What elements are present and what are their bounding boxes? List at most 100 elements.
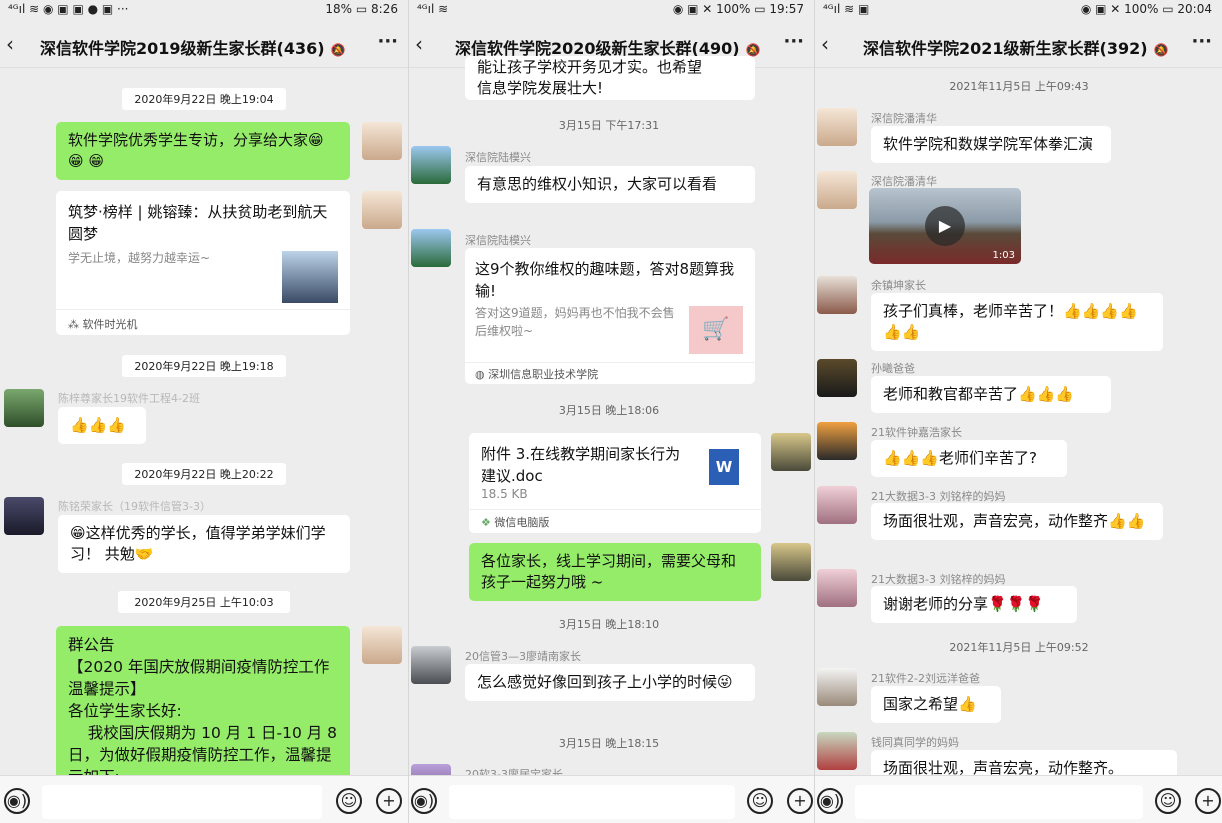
article-title: 这9个教你维权的趣味题，答对8题算我输! bbox=[475, 260, 735, 300]
article-thumbnail bbox=[282, 251, 338, 303]
status-right: ◉ ▣ ✕ 100% ▭ 19:57 bbox=[672, 2, 804, 16]
sender-name: 余镇坤家长 bbox=[871, 279, 926, 292]
avatar[interactable] bbox=[362, 191, 402, 229]
message-bubble[interactable]: 😁这样优秀的学长，值得学弟学妹们学习！ 共勉🤝 bbox=[58, 515, 350, 573]
sender-name: 21软件钟嘉浩家长 bbox=[871, 426, 962, 439]
avatar[interactable] bbox=[817, 108, 857, 146]
message-bubble[interactable]: 能让孩子学校开务见才实。也希望 信息学院发展壮大! bbox=[465, 56, 755, 100]
chat-panel-2019: ⁴ᴳıl ≋ ◉ ▣ ▣ ● ▣ ··· 18% ▭ 8:26 ‹ 深信软件学院… bbox=[0, 0, 408, 823]
message-input[interactable] bbox=[855, 785, 1143, 819]
sender-name: 20信管3—3廖靖南家长 bbox=[465, 650, 581, 663]
voice-icon[interactable]: ◉) bbox=[817, 788, 843, 814]
message-bubble[interactable]: 老师和教官都辛苦了👍👍👍 bbox=[871, 376, 1111, 413]
back-icon[interactable]: ‹ bbox=[821, 32, 829, 56]
avatar[interactable] bbox=[817, 359, 857, 397]
avatar[interactable] bbox=[817, 171, 857, 209]
mute-icon: 🔕 bbox=[745, 43, 761, 57]
status-left: ⁴ᴳıl ≋ ▣ bbox=[823, 2, 870, 16]
status-bar: ⁴ᴳıl ≋ ◉ ▣ ▣ ● ▣ ··· 18% ▭ 8:26 bbox=[0, 0, 408, 20]
emoji-icon[interactable]: ☺ bbox=[747, 788, 773, 814]
message-bubble[interactable]: 👍👍👍 bbox=[58, 407, 146, 444]
cart-icon: 🛒 bbox=[689, 306, 743, 354]
message-bubble[interactable]: 👍👍👍老师们辛苦了? bbox=[871, 440, 1067, 477]
divider bbox=[56, 309, 350, 310]
avatar[interactable] bbox=[817, 422, 857, 460]
timestamp: 2020年9月22日 晚上19:18 bbox=[122, 355, 286, 377]
sender-name: 深信院陆模兴 bbox=[465, 234, 531, 247]
sender-name: 深信院陆模兴 bbox=[465, 151, 531, 164]
emoji-icon[interactable]: ☺ bbox=[336, 788, 362, 814]
mute-icon: 🔕 bbox=[1153, 43, 1169, 57]
timestamp: 3月15日 下午17:31 bbox=[558, 119, 660, 132]
message-bubble[interactable]: 软件学院优秀学生专访，分享给大家😁 😁 😁 bbox=[56, 122, 350, 180]
timestamp: 3月15日 晚上18:10 bbox=[558, 618, 660, 631]
voice-icon[interactable]: ◉) bbox=[4, 788, 30, 814]
video-message[interactable]: ▶ 1:03 bbox=[869, 188, 1021, 264]
message-bubble[interactable]: 各位家长，线上学习期间，需要父母和孩子一起努力哦 ~ bbox=[469, 543, 761, 601]
message-bubble[interactable]: 孩子们真棒，老师辛苦了！👍👍👍👍👍👍 bbox=[871, 293, 1163, 351]
back-icon[interactable]: ‹ bbox=[6, 32, 14, 56]
timestamp: 2021年11月5日 上午09:52 bbox=[949, 641, 1089, 654]
message-bubble[interactable]: 场面很壮观，声音宏亮，动作整齐👍👍 bbox=[871, 503, 1163, 540]
avatar[interactable] bbox=[817, 732, 857, 770]
avatar[interactable] bbox=[817, 486, 857, 524]
more-options-icon[interactable]: ··· bbox=[1191, 31, 1212, 52]
status-left: ⁴ᴳıl ≋ ◉ ▣ ▣ ● ▣ ··· bbox=[8, 2, 129, 16]
avatar[interactable] bbox=[817, 668, 857, 706]
voice-icon[interactable]: ◉) bbox=[411, 788, 437, 814]
status-bar: ⁴ᴳıl ≋ ▣ ◉ ▣ ✕ 100% ▭ 20:04 bbox=[815, 0, 1222, 20]
more-options-icon[interactable]: ··· bbox=[783, 31, 804, 52]
message-bubble[interactable]: 国家之希望👍 bbox=[871, 686, 1001, 723]
article-desc: 答对这9道题，妈妈再也不怕我不会售后维权啦~ bbox=[475, 306, 675, 338]
play-icon[interactable]: ▶ bbox=[925, 206, 965, 246]
plus-icon[interactable]: + bbox=[376, 788, 402, 814]
sender-name: 孙曦爸爸 bbox=[871, 362, 915, 375]
timestamp: 2020年9月22日 晚上20:22 bbox=[122, 463, 286, 485]
divider bbox=[465, 362, 755, 363]
source-label: 深圳信息职业技术学院 bbox=[488, 368, 599, 381]
message-bubble[interactable]: 有意思的维权小知识，大家可以看看 bbox=[465, 166, 755, 203]
more-options-icon[interactable]: ··· bbox=[377, 31, 398, 52]
article-card[interactable]: 这9个教你维权的趣味题，答对8题算我输! 答对这9道题，妈妈再也不怕我不会售后维… bbox=[465, 248, 755, 384]
message-bubble[interactable]: 软件学院和数媒学院军体拳汇演 bbox=[871, 126, 1111, 163]
avatar[interactable] bbox=[817, 276, 857, 314]
emoji-icon[interactable]: ☺ bbox=[1155, 788, 1181, 814]
avatar[interactable] bbox=[411, 146, 451, 184]
title-bar: ‹ 深信软件学院2019级新生家长群(436) 🔕 ··· bbox=[0, 22, 408, 68]
sender-name: 钱同真同学的妈妈 bbox=[871, 736, 959, 749]
file-size: 18.5 KB bbox=[481, 487, 528, 501]
avatar[interactable] bbox=[362, 122, 402, 160]
plus-icon[interactable]: + bbox=[1195, 788, 1221, 814]
message-input[interactable] bbox=[449, 785, 735, 819]
chat-title-text: 深信软件学院2021级新生家长群(392) bbox=[863, 39, 1148, 58]
group-notice-bubble[interactable]: 群公告 【2020 年国庆放假期间疫情防控工作温馨提示】 各位学生家长好: 我校… bbox=[56, 626, 350, 786]
avatar[interactable] bbox=[411, 646, 451, 684]
sender-name: 陈铭荣家长（19软件信管3-3） bbox=[58, 500, 211, 513]
avatar[interactable] bbox=[771, 433, 811, 471]
back-icon[interactable]: ‹ bbox=[415, 32, 423, 56]
avatar[interactable] bbox=[362, 626, 402, 664]
message-input[interactable] bbox=[42, 785, 322, 819]
message-bubble[interactable]: 怎么感觉好像回到孩子上小学的时候😜 bbox=[465, 664, 755, 701]
message-bubble[interactable]: 谢谢老师的分享🌹🌹🌹 bbox=[871, 586, 1077, 623]
title-bar: ‹ 深信软件学院2021级新生家长群(392) 🔕 ··· bbox=[815, 22, 1222, 68]
chat-panel-2021: ⁴ᴳıl ≋ ▣ ◉ ▣ ✕ 100% ▭ 20:04 ‹ 深信软件学院2021… bbox=[814, 0, 1222, 823]
avatar[interactable] bbox=[4, 497, 44, 535]
input-bar: ◉) ☺ + bbox=[409, 775, 814, 823]
plus-icon[interactable]: + bbox=[787, 788, 813, 814]
chat-panel-2020: ⁴ᴳıl ≋ ◉ ▣ ✕ 100% ▭ 19:57 ‹ 深信软件学院2020级新… bbox=[408, 0, 814, 823]
article-card[interactable]: 筑梦·榜样 | 姚镕臻：从扶贫助老到航天圆梦 学无止境，越努力越幸运~ ⁂ 软件… bbox=[56, 191, 350, 335]
chat-title: 深信软件学院2021级新生家长群(392) 🔕 bbox=[863, 35, 1169, 59]
avatar[interactable] bbox=[4, 389, 44, 427]
avatar[interactable] bbox=[817, 569, 857, 607]
file-card[interactable]: 附件 3.在线教学期间家长行为建议.doc 18.5 KB W ❖ 微信电脑版 bbox=[469, 433, 761, 533]
divider bbox=[469, 509, 761, 510]
avatar[interactable] bbox=[771, 543, 811, 581]
avatar[interactable] bbox=[411, 229, 451, 267]
word-doc-icon: W bbox=[709, 449, 739, 485]
sender-name: 21软件2-2刘远洋爸爸 bbox=[871, 672, 980, 685]
timestamp: 3月15日 晚上18:06 bbox=[558, 404, 660, 417]
sender-name: 21大数据3-3 刘铭梓的妈妈 bbox=[871, 573, 1006, 586]
file-source: ❖ 微信电脑版 bbox=[481, 514, 549, 530]
school-link-icon: ◍ bbox=[475, 368, 485, 381]
